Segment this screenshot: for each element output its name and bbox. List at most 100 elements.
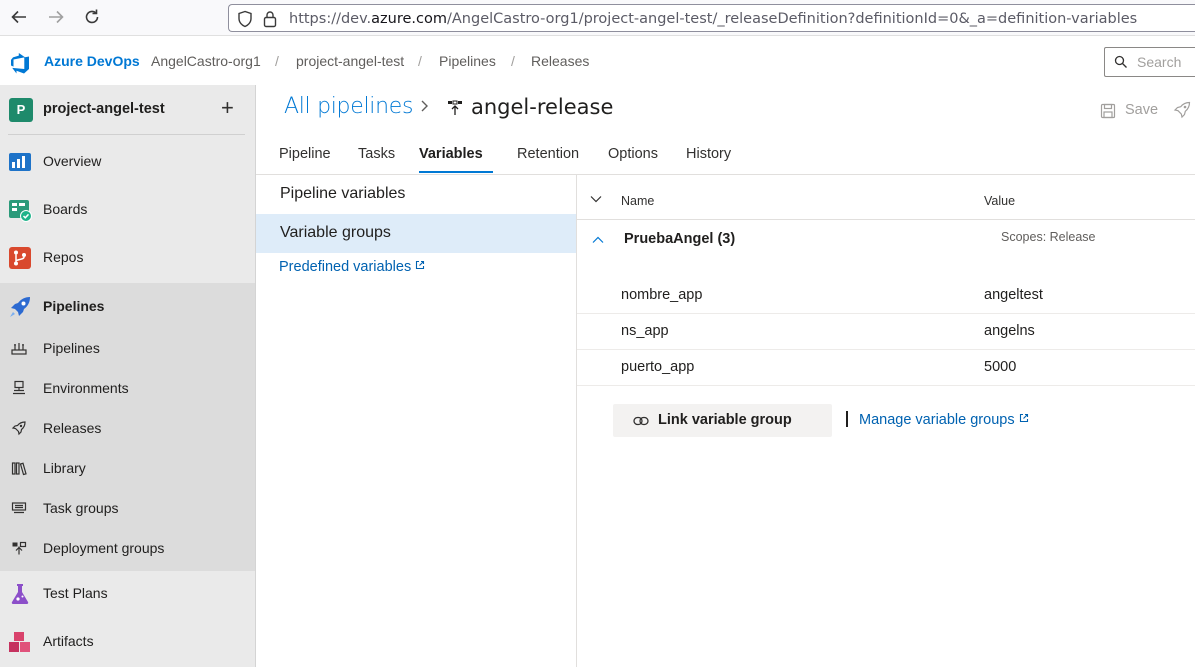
sidebar-subitem-label: Environments [43,380,129,396]
sidebar-subitem-environments[interactable]: Environments [0,368,255,408]
link-icon [633,414,649,433]
overview-icon [8,150,32,174]
variable-name: ns_app [621,323,669,339]
tab-retention[interactable]: Retention [517,146,579,162]
predefined-variables-label: Predefined variables [279,259,412,275]
sidebar-item-label: Repos [43,249,84,265]
url-text: https://dev.azure.com/AngelCastro-org1/p… [289,11,1138,27]
all-pipelines-link[interactable]: All pipelines [284,94,413,119]
pipelines-section: Pipelines Pipelines Environments Release… [0,283,255,571]
project-header[interactable]: P project-angel-test + [0,85,255,135]
browser-toolbar: https://dev.azure.com/AngelCastro-org1/p… [0,0,1195,36]
breadcrumb-releases[interactable]: Releases [531,53,589,69]
variable-value: angelns [984,323,1035,339]
shield-icon[interactable] [237,10,253,33]
sidebar-subitem-deployment-groups[interactable]: Deployment groups [0,528,255,568]
pipeline-variables-label: Pipeline variables [280,185,406,202]
table-header: Name Value [577,184,1195,220]
active-tab-indicator [419,171,493,173]
library-icon [11,460,27,476]
variable-value: angeltest [984,287,1043,303]
tab-variables[interactable]: Variables [419,146,483,162]
page-title[interactable]: angel-release [471,95,613,119]
deployment-groups-icon [11,540,27,556]
breadcrumb-separator: / [511,53,515,69]
azure-devops-logo-icon[interactable] [9,52,31,79]
test-plans-icon [8,582,32,606]
chevron-up-icon[interactable] [591,233,605,252]
tab-history[interactable]: History [686,146,731,162]
table-row[interactable]: ns_app angelns [577,314,1195,350]
separator-bar [846,411,848,427]
sidebar-subitem-library[interactable]: Library [0,448,255,488]
sidebar-subitem-label: Pipelines [43,340,100,356]
variable-groups-label: Variable groups [280,224,391,241]
variable-groups-item[interactable]: Variable groups [256,214,576,253]
sidebar-subitem-label: Task groups [43,500,119,516]
manage-variable-groups-label: Manage variable groups [859,412,1015,428]
breadcrumb-separator: / [275,53,279,69]
external-link-icon [415,258,425,274]
tab-tasks[interactable]: Tasks [358,146,395,162]
table-row[interactable]: puerto_app 5000 [577,350,1195,386]
tab-options[interactable]: Options [608,146,658,162]
link-variable-group-button[interactable]: Link variable group [613,404,832,437]
manage-variable-groups-link[interactable]: Manage variable groups [859,411,1029,428]
predefined-variables-link[interactable]: Predefined variables [279,258,425,275]
divider [8,134,245,135]
sidebar-subitem-task-groups[interactable]: Task groups [0,488,255,528]
left-navigation: P project-angel-test + Overview Boards R… [0,85,256,667]
sidebar-subitem-label: Releases [43,420,102,436]
search-icon [1114,55,1128,74]
release-definition-icon [447,100,463,121]
pipelines-icon [8,295,32,319]
environments-icon [11,380,27,396]
variable-value: 5000 [984,359,1017,375]
forward-arrow-icon[interactable] [46,8,66,28]
artifacts-icon [8,630,32,654]
sidebar-item-label: Pipelines [43,298,105,314]
variable-name: puerto_app [621,359,695,375]
sidebar-item-overview[interactable]: Overview [0,138,255,186]
add-icon[interactable]: + [221,96,234,120]
repos-icon [8,246,32,270]
sidebar-item-label: Test Plans [43,585,108,601]
create-release-rocket-icon[interactable] [1173,101,1191,124]
sidebar-item-artifacts[interactable]: Artifacts [0,618,255,666]
table-row[interactable]: nombre_app angeltest [577,278,1195,314]
sidebar-item-pipelines[interactable]: Pipelines [0,283,255,331]
breadcrumb-project[interactable]: project-angel-test [296,53,404,69]
sidebar-item-repos[interactable]: Repos [0,234,255,282]
sidebar-subitem-label: Library [43,460,86,476]
sidebar-item-boards[interactable]: Boards [0,186,255,234]
search-input[interactable]: Search [1104,47,1195,77]
back-arrow-icon[interactable] [9,8,29,28]
collapse-all-chevron-icon[interactable] [589,192,603,211]
pipeline-variables-item[interactable]: Pipeline variables [256,175,576,214]
project-avatar: P [9,98,33,122]
save-label: Save [1125,102,1159,118]
reload-icon[interactable] [82,8,102,28]
variable-group-scope: Scopes: Release [1001,230,1096,244]
breadcrumb-separator: / [418,53,422,69]
sidebar-item-test-plans[interactable]: Test Plans [0,570,255,618]
task-groups-icon [11,500,27,516]
brand-title[interactable]: Azure DevOps [44,53,140,69]
breadcrumb-pipelines[interactable]: Pipelines [439,53,496,69]
sidebar-item-label: Artifacts [43,633,94,649]
variable-name: nombre_app [621,287,703,303]
boards-icon [8,198,32,222]
sidebar-subitem-releases[interactable]: Releases [0,408,255,448]
variable-group-row[interactable]: PruebaAngel (3) Scopes: Release [577,221,1195,259]
project-name[interactable]: project-angel-test [43,101,165,117]
lock-icon[interactable] [263,10,277,33]
sidebar-subitem-pipelines[interactable]: Pipelines [0,328,255,368]
search-placeholder: Search [1137,54,1182,70]
variable-group-name: PruebaAngel (3) [624,231,736,247]
breadcrumb-org[interactable]: AngelCastro-org1 [151,53,261,69]
tab-pipeline[interactable]: Pipeline [279,146,331,162]
pipeline-rocket-icon [11,340,27,356]
chevron-right-icon [420,98,430,119]
sidebar-subitem-label: Deployment groups [43,540,165,556]
address-bar[interactable]: https://dev.azure.com/AngelCastro-org1/p… [228,4,1195,32]
